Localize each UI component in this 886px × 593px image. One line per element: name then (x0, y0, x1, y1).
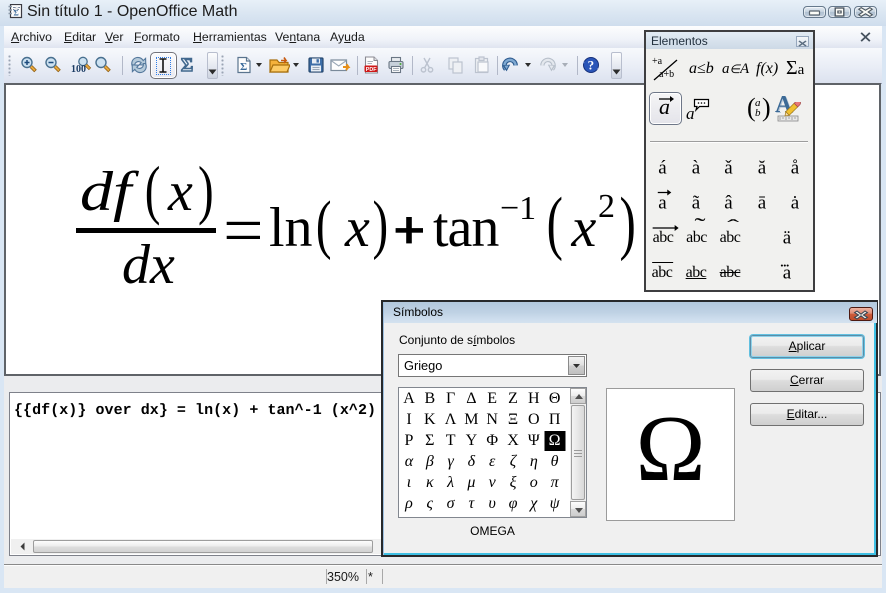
svg-text:Σ: Σ (14, 9, 19, 18)
svg-text:100: 100 (71, 64, 86, 74)
svg-text:Σ: Σ (240, 61, 247, 73)
svg-text:?: ? (588, 58, 595, 73)
svg-text:PDF: PDF (366, 67, 377, 73)
